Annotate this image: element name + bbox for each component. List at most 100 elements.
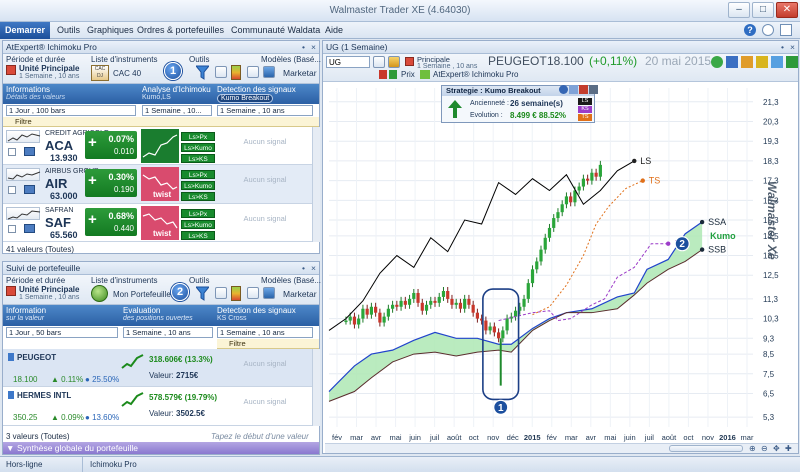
menu-aide[interactable]: Aide [325,25,343,35]
edit-icon[interactable] [569,85,578,94]
menu-communaute[interactable]: Communauté Waldata [231,25,320,35]
pin-icon[interactable]: • [302,41,305,53]
signal-ls-ks[interactable]: Ls>KS [181,154,215,163]
filter-funnel-icon[interactable] [194,286,211,301]
up-arrow-icon[interactable] [711,56,723,68]
filter-funnel-icon[interactable] [194,65,211,80]
panel-close-icon[interactable]: × [790,41,795,53]
detection-period-select[interactable]: 1 Semaine , 10 ans [217,327,313,338]
pin-icon[interactable]: • [302,262,305,274]
detection-period-select[interactable]: 1 Semaine , 10 ans [217,105,313,116]
move-icon[interactable] [589,85,598,94]
col-information[interactable]: Information [6,306,46,315]
x-tick-label: déc [507,433,519,442]
filter-bar[interactable]: Filtre [217,339,319,349]
marketar-label[interactable]: Marketar [283,68,317,78]
close-button[interactable]: ✕ [776,2,798,18]
row-checkbox[interactable] [8,148,16,156]
unite-label[interactable]: Unité Principale [19,64,79,73]
info-period-select[interactable]: 1 Jour , 50 bars [6,327,118,338]
candle-body [513,310,518,317]
menu-outils[interactable]: Outils [57,25,80,35]
col-informations[interactable]: Informations [6,85,50,94]
chart-open-icon[interactable] [24,185,35,194]
info-icon[interactable] [559,85,568,94]
signal-ls-px[interactable]: Ls>Px [181,132,215,141]
print-icon[interactable] [771,56,783,68]
signal-ls-px[interactable]: Ls>Px [181,170,215,179]
tab-ichimoku[interactable]: AtExpert® Ichimoku Pro [433,70,518,79]
export-icon[interactable] [247,287,259,299]
analyse-period-select[interactable]: 1 Semaine , 10... [142,105,212,116]
col-evaluation[interactable]: Evaluation [123,306,160,315]
signal-ls-ks[interactable]: Ls>KS [181,231,215,240]
chart-scrollbar[interactable]: ⊕ ⊖ ✥ ✚ [325,443,798,453]
row-checkbox[interactable] [8,225,16,233]
signal-ls-px[interactable]: Ls>Px [181,209,215,218]
signal-ls-ks[interactable]: Ls>KS [181,192,215,201]
settings-icon[interactable] [786,56,798,68]
favorite-icon[interactable] [388,56,400,68]
table-row[interactable]: AIRBUS GROUP AIR 63.000 + 0.30% 0.190 tw… [3,165,319,204]
watchlist-panel-title: AtExpert® Ichimoku Pro • × [3,41,319,54]
candle-body [484,320,488,331]
signal-ls-kumo[interactable]: Ls>Kumo [181,220,215,229]
pin-icon[interactable]: • [781,41,784,53]
gauge-icon[interactable] [231,286,241,301]
template-icon[interactable] [263,287,275,299]
template-icon[interactable] [263,66,275,78]
menu-ordres[interactable]: Ordres & portefeuilles [137,25,224,35]
menu-graphiques[interactable]: Graphiques [87,25,134,35]
zoom-out-icon[interactable]: ⊖ [761,444,768,453]
signal-ls-kumo[interactable]: Ls>Kumo [181,143,215,152]
portfolio-name[interactable]: Mon Portefeuille [113,290,171,299]
panel-close-icon[interactable]: × [311,262,316,274]
chart-open-icon[interactable] [24,224,35,233]
watchlist-scrollbar[interactable] [312,127,320,242]
pan-icon[interactable]: ✥ [773,444,780,453]
no-signal-text: Aucun signal [243,359,287,368]
menu-demarrer[interactable]: Demarrer [0,22,50,39]
grid-icon[interactable] [726,56,738,68]
portfolio-scrollbar[interactable] [312,349,320,426]
tab-prix[interactable]: Prix [401,70,415,79]
table-row[interactable]: SAFRAN SAF 65.560 + 0.68% 0.440 twist Ls… [3,204,319,242]
col-analyse[interactable]: Analyse d'Ichimoku [142,85,211,94]
web-icon[interactable] [762,24,774,36]
settings-icon[interactable] [780,24,792,36]
maximize-button[interactable]: □ [752,2,774,18]
panel-close-icon[interactable]: × [311,41,316,53]
zoom-in-icon[interactable]: ⊕ [749,444,756,453]
filter-bar[interactable]: Filtre [3,117,319,127]
price-chart[interactable]: 5,36,57,58,59,310,311,312,513,514,515,31… [323,82,798,454]
unite-label[interactable]: Unité Principale [19,285,79,294]
fit-icon[interactable]: ✚ [785,444,792,453]
gauge-icon[interactable] [231,65,241,80]
table-row[interactable]: HERMES INTL 350.25 ▲ 0.09% ● 13.60% 578.… [3,387,319,426]
export-icon[interactable] [247,66,259,78]
help-icon[interactable]: ? [744,24,756,36]
signal-ls-kumo[interactable]: Ls>Kumo [181,181,215,190]
list-grid-icon[interactable] [215,287,227,299]
scroll-thumb[interactable] [669,445,743,452]
chart-open-icon[interactable] [24,147,35,156]
candle-body [526,283,530,299]
tag-icon[interactable] [756,56,768,68]
eval-period-select[interactable]: 1 Semaine , 10 ans [123,327,213,338]
col-detection[interactable]: Detection des signaux [217,306,296,315]
remove-icon[interactable] [579,85,588,94]
col-detection[interactable]: Detection des signaux [217,85,296,94]
list-grid-icon[interactable] [215,66,227,78]
minimize-button[interactable]: – [728,2,750,18]
symbol-input[interactable] [326,56,370,68]
marketar-label[interactable]: Marketar [283,289,317,299]
row-checkbox[interactable] [8,186,16,194]
pencil-icon[interactable] [741,56,753,68]
index-name[interactable]: CAC 40 [113,69,141,78]
search-hint[interactable]: Tapez le début d'une valeur [211,432,309,441]
table-row[interactable]: PEUGEOT 18.100 ▲ 0.11% ● 25.50% 318.606€… [3,349,319,387]
synthesis-bar[interactable]: ▼ Synthèse globale du portefeuille [3,442,319,454]
symbol-search-icon[interactable] [373,56,385,68]
info-period-select[interactable]: 1 Jour , 100 bars [6,105,136,116]
table-row[interactable]: CREDIT AGRICOLE ACA 13.930 + 0.07% 0.010… [3,127,319,165]
